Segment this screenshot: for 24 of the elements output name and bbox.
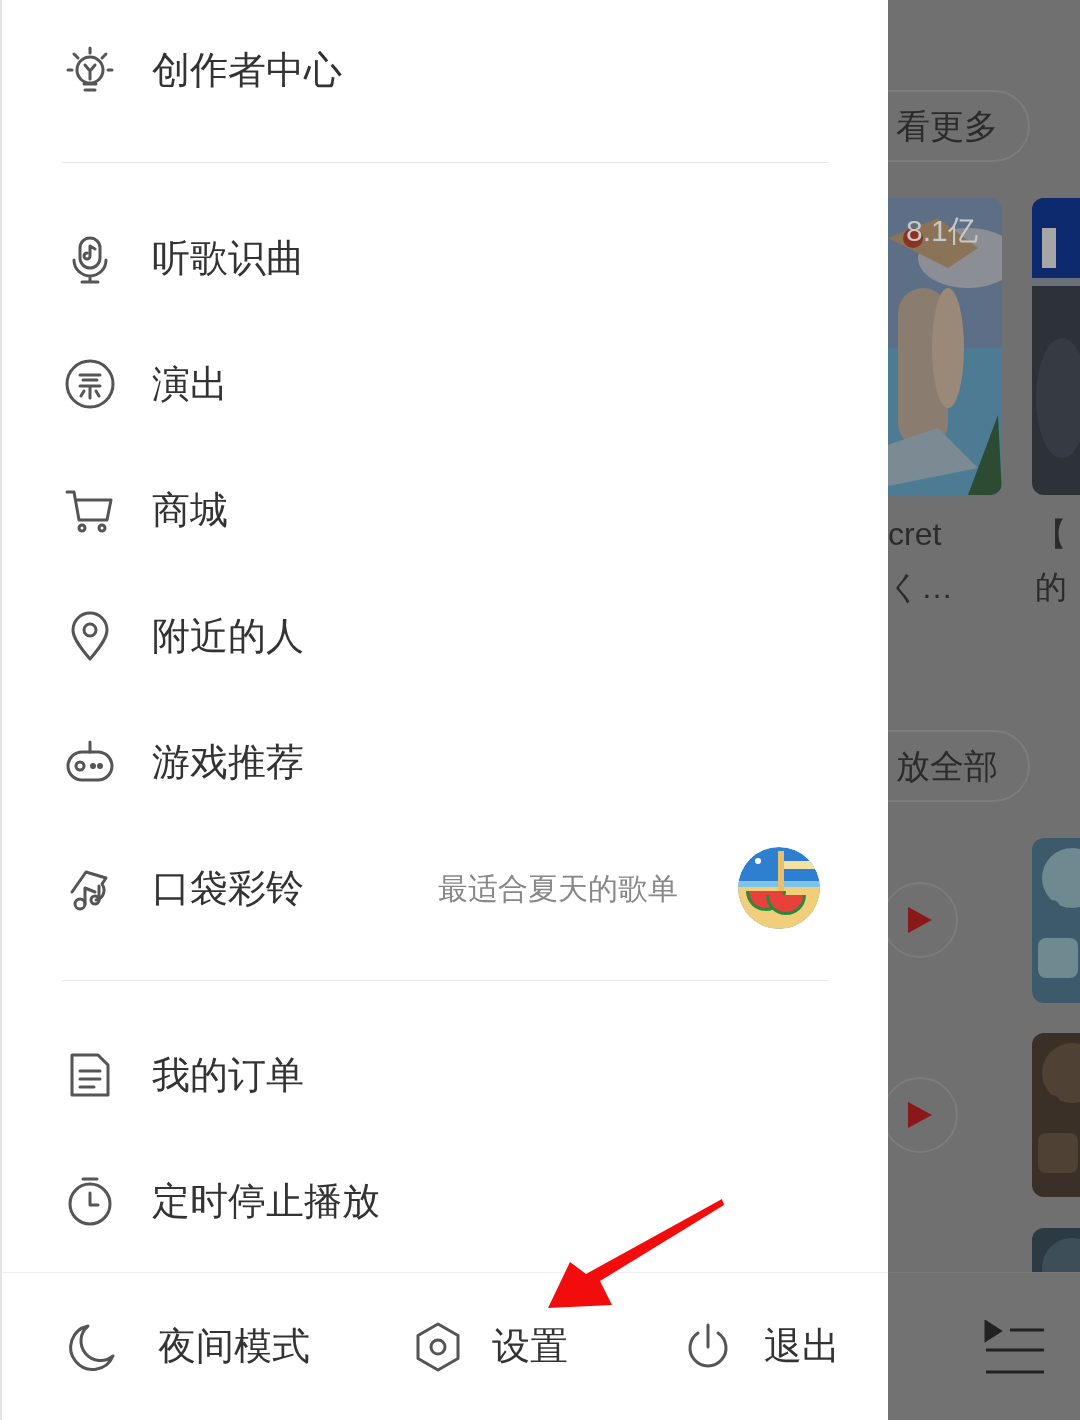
menu-item[interactable]: 听歌识曲 (2, 195, 888, 321)
play-button[interactable] (888, 882, 958, 958)
play-icon (908, 907, 932, 933)
menu-item[interactable]: 定时停止播放 (2, 1138, 888, 1264)
play-button[interactable] (888, 1077, 958, 1153)
menu-item[interactable]: 演出 (2, 321, 888, 447)
menu-item[interactable]: 创作者中心 (2, 0, 888, 140)
action-button[interactable]: 夜间模式 (66, 1318, 310, 1375)
action-button[interactable]: 退出 (682, 1318, 840, 1375)
menu-item[interactable]: 游戏推荐 (2, 699, 888, 825)
menu-item[interactable]: 口袋彩铃 最适合夏天的歌单 (2, 825, 888, 951)
menu-item[interactable]: 我的订单 (2, 1012, 888, 1138)
action-button[interactable]: 设置 (412, 1318, 568, 1375)
menu-item[interactable]: 附近的人 (2, 573, 888, 699)
ticket-icon (64, 358, 116, 410)
card-title: く… (888, 568, 953, 607)
card-title: 【 (1035, 515, 1067, 554)
play-count: 8.1亿 (906, 213, 978, 249)
play-icon (908, 1102, 932, 1128)
card-title: 的 (1035, 568, 1067, 607)
menu-item[interactable]: 商城 (2, 447, 888, 573)
card-title: cret (888, 515, 942, 554)
menu-item-subtitle: 最适合夏天的歌单 (438, 870, 678, 907)
playlist-icon (984, 1320, 1046, 1376)
